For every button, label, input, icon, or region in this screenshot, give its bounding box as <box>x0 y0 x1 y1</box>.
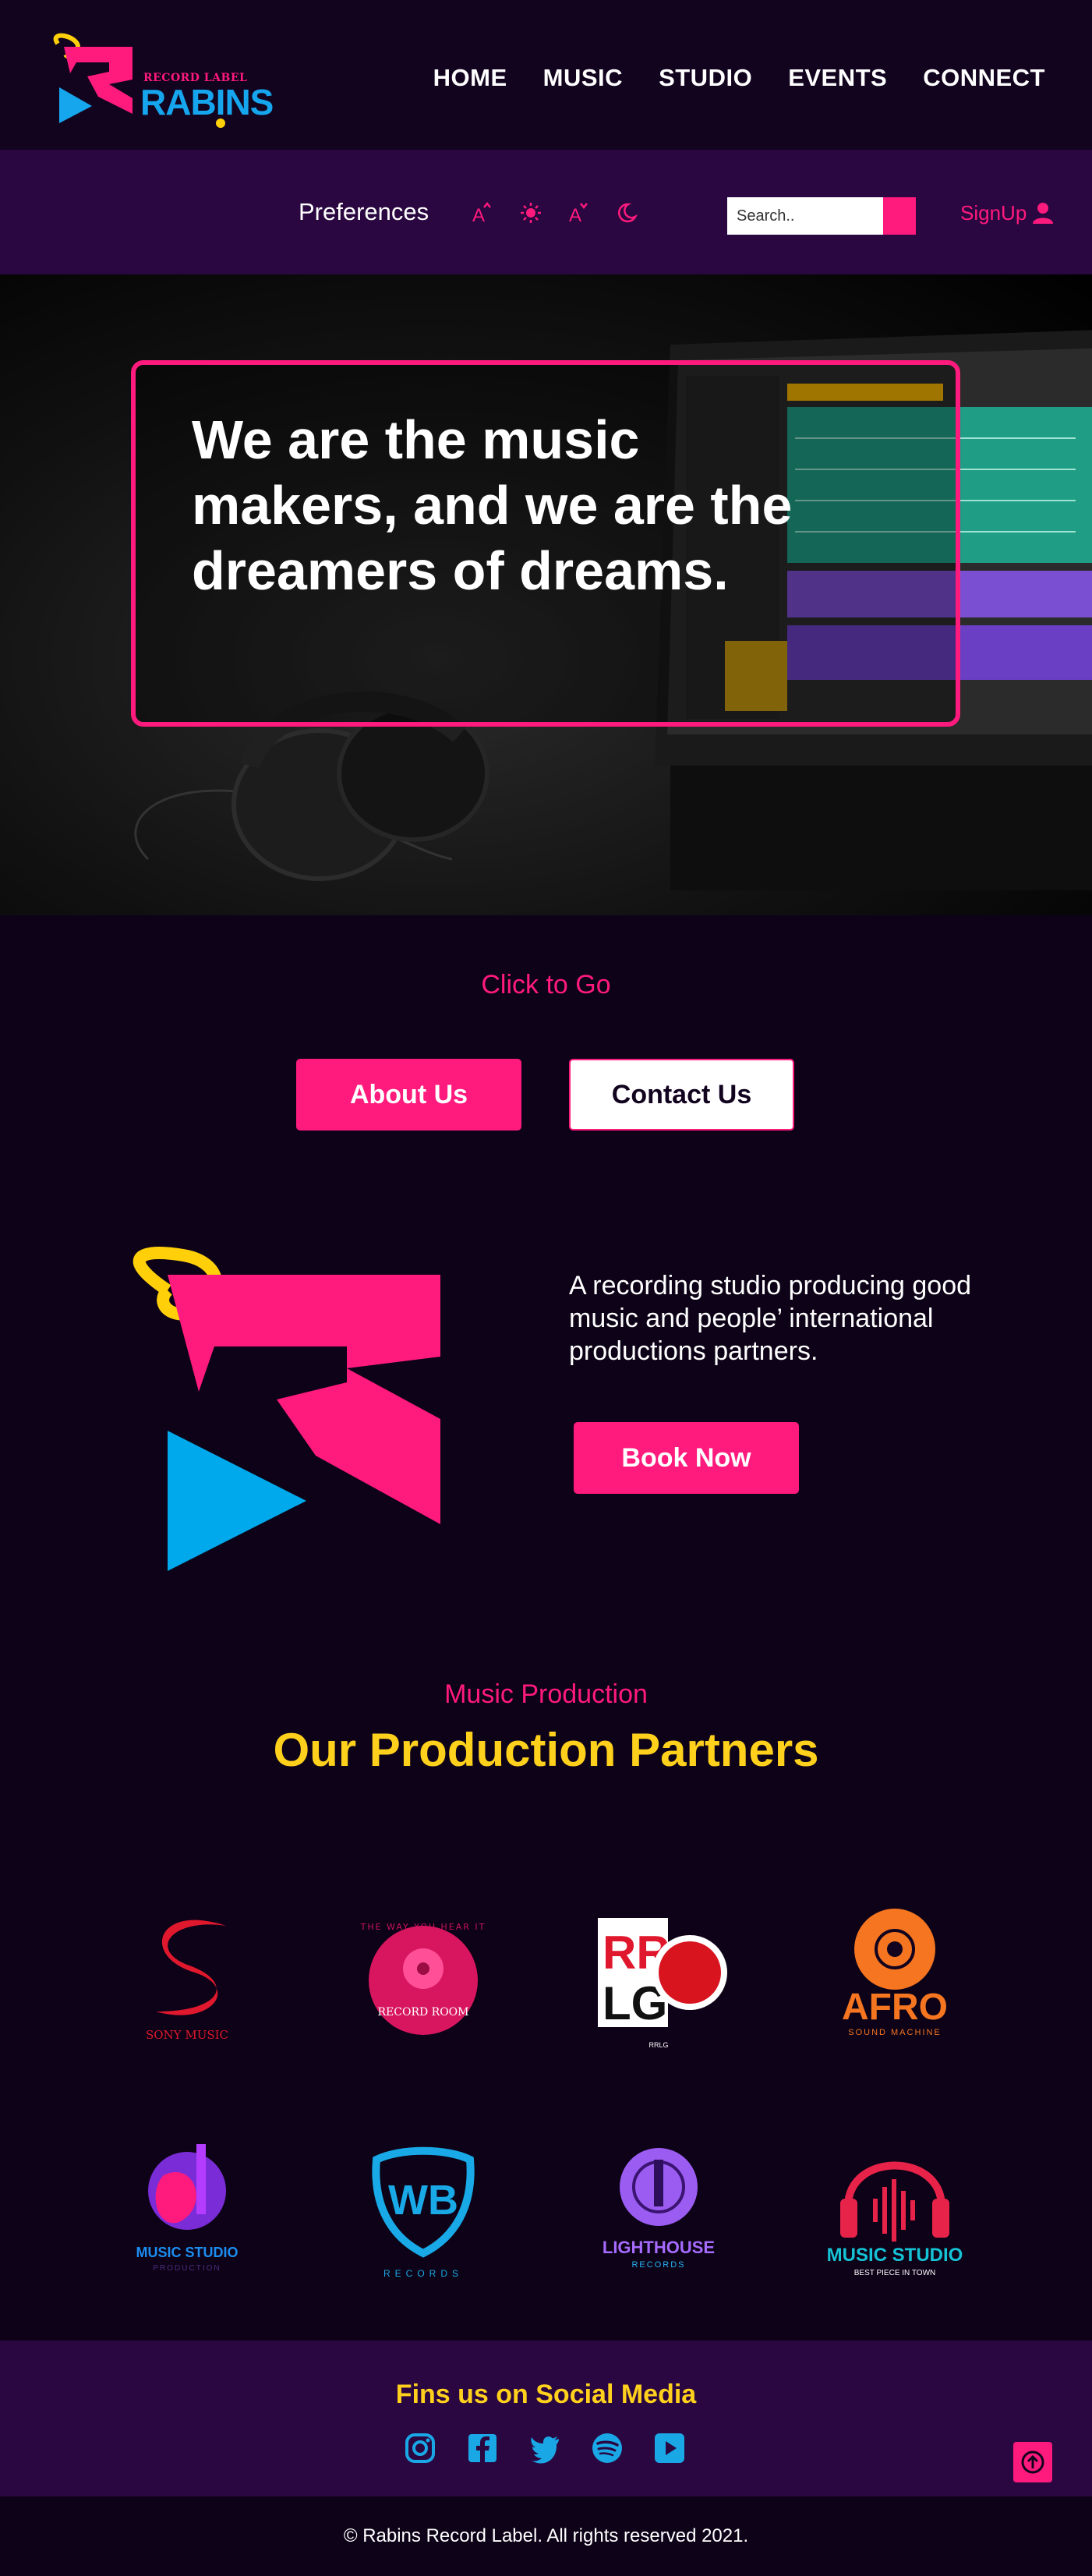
logo-name: RABINS <box>140 82 274 122</box>
main-nav: HOME MUSIC STUDIO EVENTS CONNECT <box>433 64 1045 92</box>
brightness-icon[interactable] <box>519 201 542 225</box>
about-description: A recording studio producing good music … <box>569 1271 972 1366</box>
partner-logo-record-room[interactable]: THE WAY YOU HEAR IT RECORD ROOM <box>345 1895 501 2051</box>
scroll-to-top-button[interactable] <box>1013 2442 1052 2482</box>
font-increase-icon[interactable]: A <box>470 201 493 225</box>
youtube-icon[interactable] <box>652 2431 687 2465</box>
social-title: Fins us on Social Media <box>395 2380 697 2409</box>
instagram-icon[interactable] <box>403 2431 437 2465</box>
svg-text:A: A <box>569 205 581 225</box>
partner-logo-music-studio-red[interactable]: MUSIC STUDIO BEST PIECE IN TOWN <box>817 2128 973 2284</box>
partner-logo-afro[interactable]: AFRO SOUND MACHINE <box>817 1895 973 2051</box>
partner-sony-label: SONY MUSIC <box>146 2028 228 2042</box>
partner-lighthouse-tagline: RECORDS <box>631 2260 685 2270</box>
social-icons <box>403 2431 687 2465</box>
nav-connect[interactable]: CONNECT <box>923 64 1045 92</box>
nav-home[interactable]: HOME <box>433 64 507 92</box>
partner-lighthouse-label: LIGHTHOUSE <box>603 2238 715 2257</box>
search-input[interactable] <box>727 197 883 235</box>
user-icon[interactable] <box>1031 201 1055 225</box>
font-decrease-icon[interactable]: A <box>567 201 590 225</box>
preferences-label: Preferences <box>299 198 429 225</box>
nav-studio[interactable]: STUDIO <box>659 64 752 92</box>
partner-logo-lighthouse[interactable]: LIGHTHOUSE RECORDS <box>581 2128 737 2284</box>
partner-logo-wb-records[interactable]: WB RECORDS <box>345 2128 501 2284</box>
partner-logo-rrlg[interactable]: RR LG RRLG <box>581 1895 737 2051</box>
nav-music[interactable]: MUSIC <box>543 64 623 92</box>
partner-afro-label: AFRO <box>842 1987 948 2028</box>
partners-subtitle: Music Production <box>444 1679 648 1709</box>
nav-events[interactable]: EVENTS <box>788 64 887 92</box>
hero-headline: We are the music makers, and we are the … <box>192 409 793 601</box>
twitter-icon[interactable] <box>528 2431 562 2465</box>
svg-text:A: A <box>472 205 485 225</box>
logo-mark-icon <box>53 33 133 123</box>
logo-dot <box>216 119 225 128</box>
brand-logo[interactable]: RECORD LABEL RABINS <box>47 33 281 130</box>
arrow-up-icon <box>1021 2450 1044 2474</box>
hero-banner: We are the music makers, and we are the … <box>0 274 1092 915</box>
rabins-large-logo <box>133 1247 440 1571</box>
partner-record-room-label: RECORD ROOM <box>378 2006 469 2019</box>
partner-afro-tagline: SOUND MACHINE <box>848 2028 942 2037</box>
about-us-button[interactable]: About Us <box>296 1059 521 1131</box>
search-button[interactable] <box>883 197 916 235</box>
facebook-icon[interactable] <box>465 2431 500 2465</box>
partners-title: Our Production Partners <box>273 1724 819 1776</box>
partner-music-studio-label: MUSIC STUDIO <box>136 2245 238 2260</box>
top-header: RECORD LABEL RABINS HOME MUSIC STUDIO EV… <box>0 0 1092 150</box>
partner-music-studio-red-label: MUSIC STUDIO <box>827 2245 963 2266</box>
signup-link[interactable]: SignUp <box>960 201 1027 225</box>
preferences-bar: Preferences A A SignUp <box>0 150 1092 274</box>
partner-music-studio-red-tagline: BEST PIECE IN TOWN <box>854 2269 935 2277</box>
partner-logo-sony[interactable]: SONY MUSIC <box>109 1895 265 2051</box>
partner-rrlg-label: RRLG <box>648 2041 668 2049</box>
footer-copyright: © Rabins Record Label. All rights reserv… <box>0 2496 1092 2576</box>
book-now-button[interactable]: Book Now <box>574 1422 799 1494</box>
partner-wb-label: WB <box>388 2177 458 2224</box>
partner-wb-tagline: RECORDS <box>383 2268 463 2279</box>
dark-mode-icon[interactable] <box>614 201 638 225</box>
cta-heading: Click to Go <box>481 970 611 1000</box>
spotify-icon[interactable] <box>590 2431 624 2465</box>
partner-music-studio-tagline: PRODUCTION <box>153 2264 221 2273</box>
social-section: Fins us on Social Media <box>0 2341 1092 2496</box>
partner-logo-music-studio-purple[interactable]: MUSIC STUDIO PRODUCTION <box>109 2128 265 2284</box>
contact-us-button[interactable]: Contact Us <box>569 1059 794 1131</box>
